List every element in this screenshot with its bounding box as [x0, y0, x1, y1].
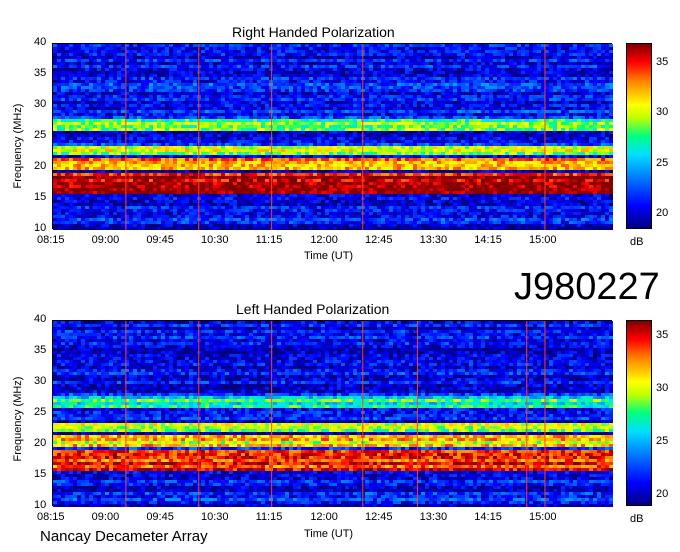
top-panel-title: Right Handed Polarization: [232, 24, 395, 40]
x-tick-label: 08:15: [37, 511, 65, 523]
bottom-y-axis-label: Frequency (MHz): [12, 376, 24, 462]
x-tick-label: 10:30: [200, 511, 229, 523]
y-tick-label: 40: [34, 36, 47, 48]
x-tick-label: 12:00: [310, 234, 338, 246]
x-tick-label: 08:15: [37, 234, 65, 246]
colorbar-tick-label: 20: [656, 206, 669, 219]
y-tick-label: 25: [34, 406, 47, 418]
x-tick-label: 11:15: [255, 511, 283, 523]
y-tick-label: 10: [34, 222, 47, 234]
x-tick-label: 11:15: [255, 234, 283, 246]
top-y-axis-label: Frequency (MHz): [12, 103, 24, 189]
x-tick-label: 14:15: [474, 234, 502, 246]
bottom-spectrogram: [52, 320, 613, 507]
spectrogram-cells: [53, 321, 613, 507]
x-tick-label: 13:30: [419, 511, 448, 523]
y-tick-label: 40: [34, 313, 47, 325]
y-tick-label: 30: [34, 375, 47, 387]
y-tick-label: 15: [34, 468, 47, 480]
y-tick-label: 30: [34, 98, 47, 110]
y-tick-label: 35: [34, 67, 47, 79]
footer-credit: Nancay Decameter Array: [40, 528, 208, 545]
top-spectrogram: [52, 43, 613, 230]
x-tick-label: 09:45: [146, 511, 174, 523]
y-tick-label: 35: [34, 344, 47, 356]
colorbar-tick-label: 35: [656, 56, 669, 69]
top-colorbar: [626, 43, 652, 229]
top-colorbar-label: dB: [630, 236, 644, 248]
y-tick-label: 20: [34, 160, 47, 172]
y-tick-label: 20: [34, 437, 47, 449]
colorbar-tick-label: 35: [656, 328, 669, 341]
bottom-colorbar-label: dB: [630, 513, 644, 525]
top-x-axis-label: Time (UT): [304, 250, 354, 262]
spectrogram-cells: [53, 44, 613, 230]
y-tick-label: 10: [34, 499, 47, 511]
y-tick-label: 25: [34, 129, 47, 141]
colorbar-tick-label: 30: [656, 106, 669, 119]
x-tick-label: 12:45: [364, 511, 393, 523]
x-tick-label: 09:00: [91, 234, 120, 246]
bottom-colorbar: [626, 320, 652, 506]
y-tick-label: 15: [34, 191, 47, 203]
x-tick-label: 13:30: [419, 234, 448, 246]
colorbar-tick-label: 20: [656, 488, 669, 501]
colorbar-tick-label: 25: [656, 156, 669, 169]
x-tick-label: 14:15: [474, 511, 502, 523]
x-tick-label: 09:00: [91, 511, 120, 523]
colorbar-tick-label: 25: [656, 435, 669, 448]
x-tick-label: 15:00: [528, 511, 557, 523]
x-tick-label: 10:30: [200, 234, 229, 246]
x-tick-label: 15:00: [528, 234, 557, 246]
colorbar-tick-label: 30: [656, 382, 669, 395]
x-tick-label: 12:00: [310, 511, 338, 523]
observation-id: J980227: [514, 266, 660, 308]
bottom-panel-title: Left Handed Polarization: [236, 301, 390, 317]
x-tick-label: 09:45: [146, 234, 174, 246]
bottom-x-axis-label: Time (UT): [304, 528, 354, 540]
x-tick-label: 12:45: [364, 234, 393, 246]
